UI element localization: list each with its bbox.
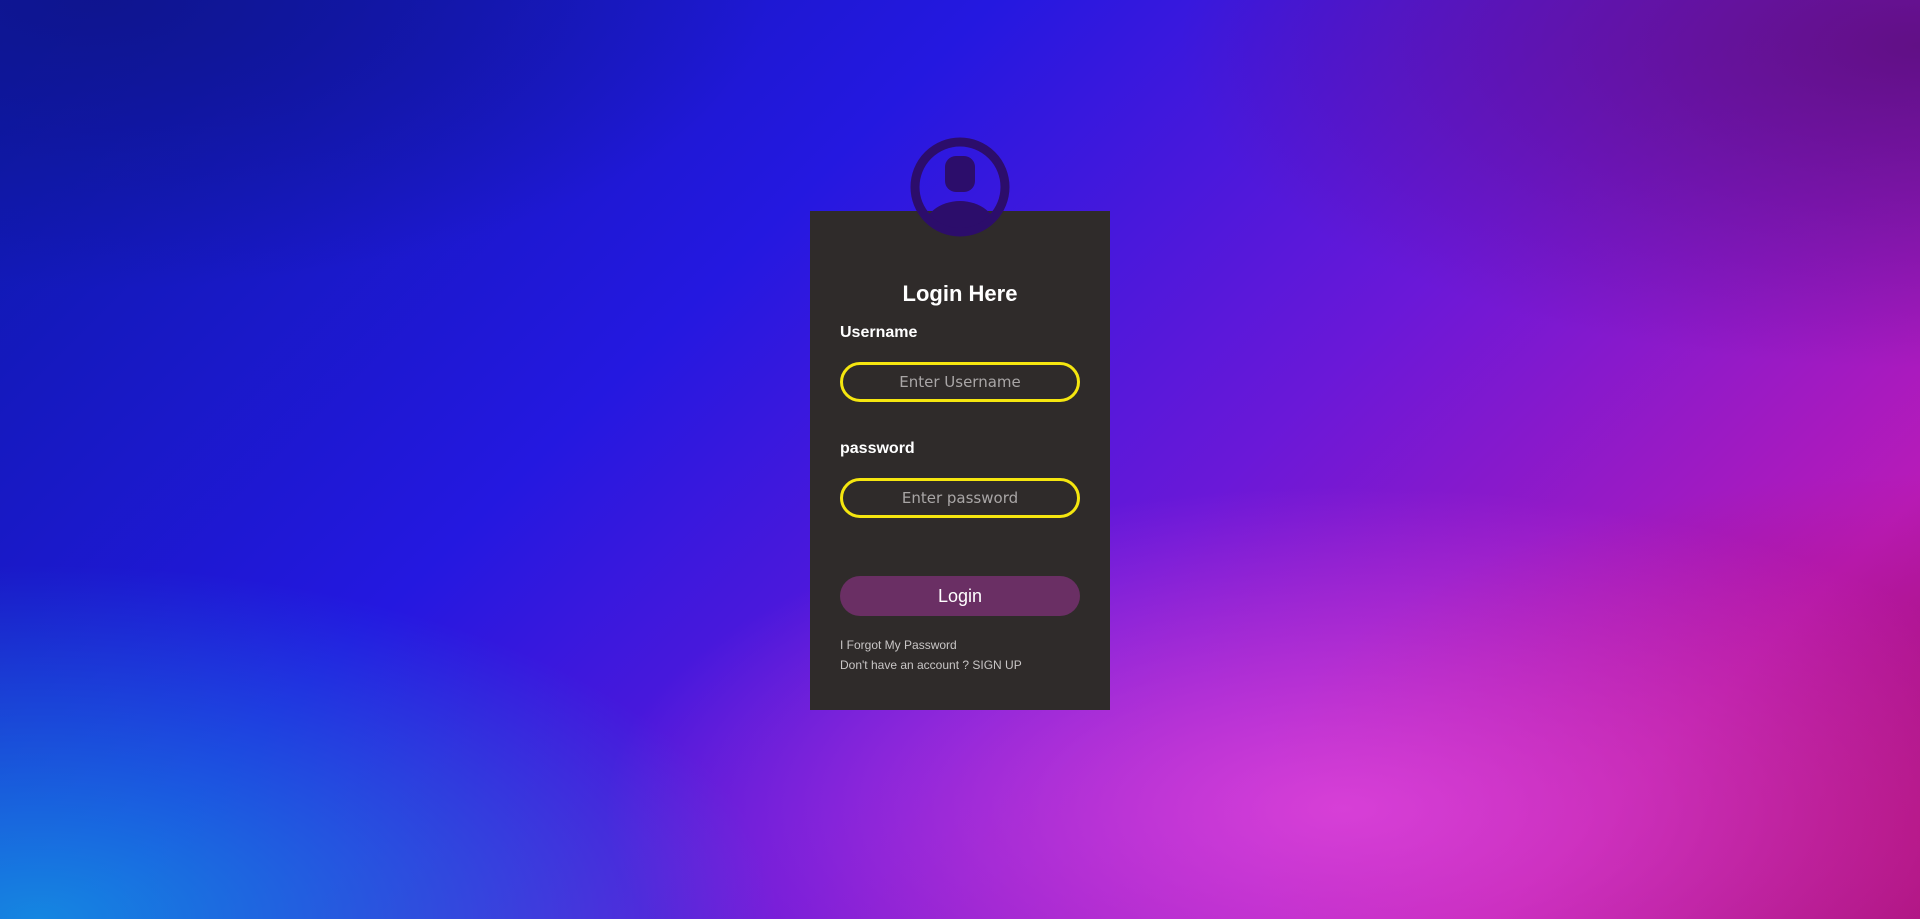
signup-link[interactable]: Don't have an account ? SIGN UP [840, 658, 1022, 672]
password-label: password [840, 440, 915, 457]
forgot-password-link[interactable]: I Forgot My Password [840, 638, 957, 652]
login-title: Login Here [902, 281, 1018, 306]
password-input[interactable] [840, 478, 1080, 518]
username-label: Username [840, 324, 918, 341]
username-input[interactable] [840, 362, 1080, 402]
login-button[interactable]: Login [840, 576, 1080, 616]
user-avatar-icon [910, 137, 1010, 237]
login-card: Login Here Username password Login I For… [810, 211, 1110, 710]
